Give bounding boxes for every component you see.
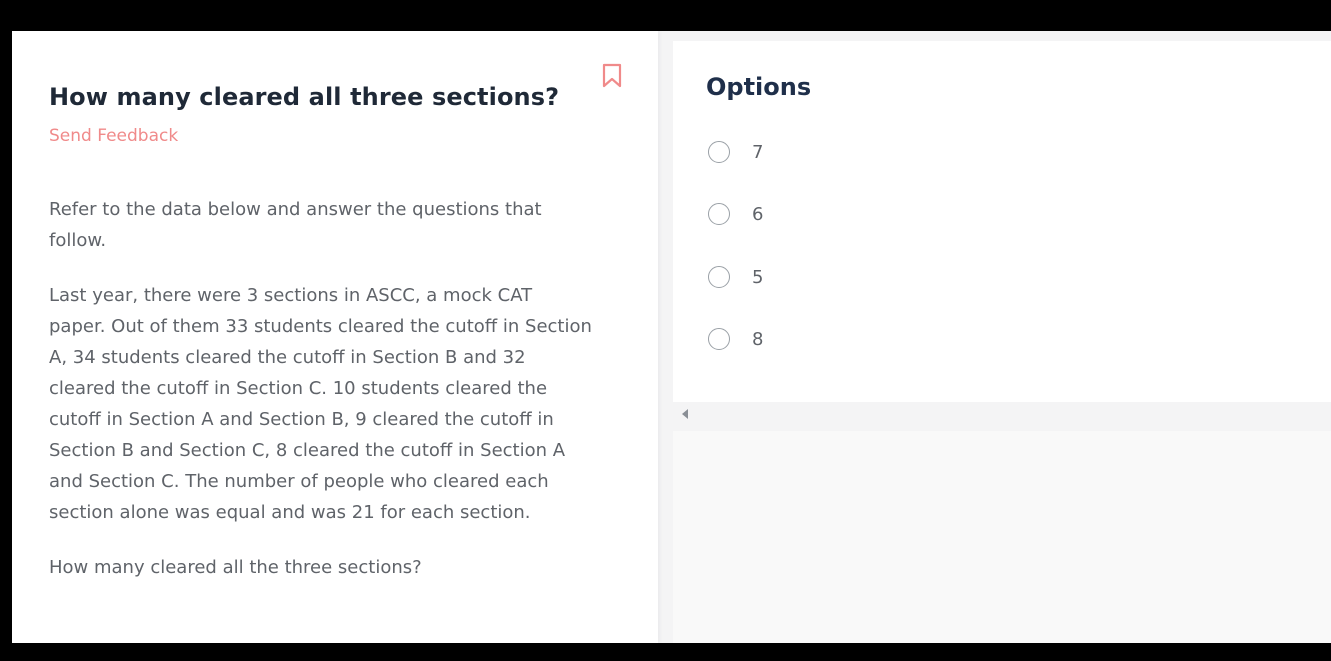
question-passage: Refer to the data below and answer the q…	[49, 194, 594, 607]
option-label: 8	[752, 328, 764, 350]
empty-content-area	[673, 431, 1331, 643]
question-panel: How many cleared all three sections? Sen…	[12, 31, 658, 643]
option-item[interactable]: 8	[708, 325, 763, 353]
options-panel: Options 7 6 5 8	[673, 41, 1331, 402]
option-item[interactable]: 7	[708, 138, 763, 166]
options-title: Options	[706, 73, 812, 101]
radio-button[interactable]	[708, 266, 730, 288]
passage-intro: Refer to the data below and answer the q…	[49, 199, 542, 251]
option-label: 6	[752, 203, 764, 225]
passage-question: How many cleared all the three sections?	[49, 557, 422, 578]
send-feedback-link[interactable]: Send Feedback	[49, 126, 178, 146]
bookmark-icon[interactable]	[602, 63, 622, 89]
option-label: 5	[752, 266, 764, 288]
radio-button[interactable]	[708, 141, 730, 163]
option-label: 7	[752, 141, 764, 163]
scroll-left-arrow-icon[interactable]	[682, 409, 688, 419]
option-item[interactable]: 6	[708, 200, 763, 228]
radio-button[interactable]	[708, 328, 730, 350]
radio-button[interactable]	[708, 203, 730, 225]
passage-data: Last year, there were 3 sections in ASCC…	[49, 285, 592, 523]
app-window: How many cleared all three sections? Sen…	[12, 31, 1331, 643]
question-title: How many cleared all three sections?	[49, 83, 560, 111]
option-item[interactable]: 5	[708, 263, 763, 291]
